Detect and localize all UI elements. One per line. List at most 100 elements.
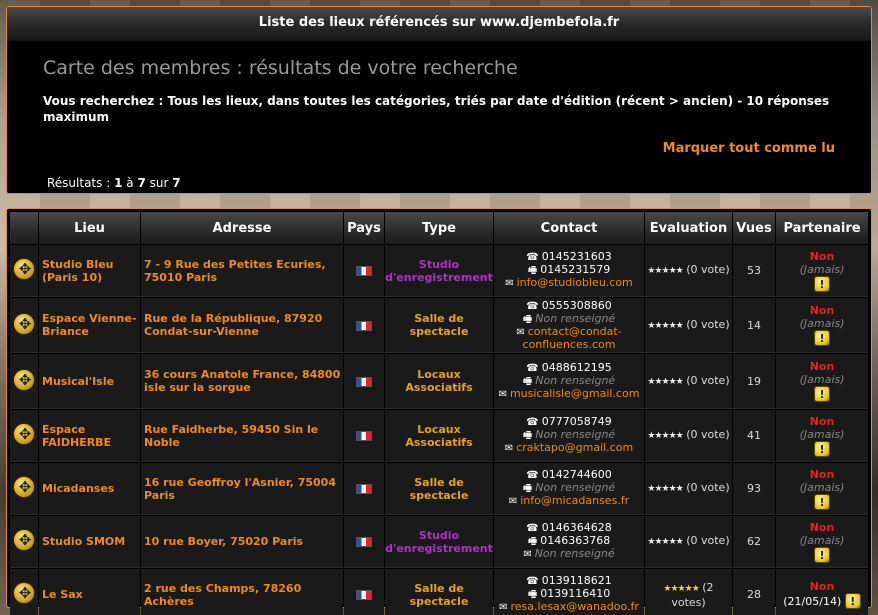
- fax-icon: 🖷: [522, 483, 533, 494]
- phone-icon: ☎: [526, 252, 539, 263]
- report-warning-icon[interactable]: !: [844, 593, 861, 609]
- fax-icon: 🖷: [527, 589, 538, 600]
- report-warning-icon[interactable]: !: [814, 275, 830, 292]
- email-icon: ✉: [508, 496, 518, 507]
- rating-stars-icon[interactable]: ★★★★★: [647, 377, 683, 387]
- phone-icon: ☎: [526, 470, 539, 481]
- rating-stars-icon[interactable]: ★★★★★: [663, 584, 699, 594]
- place-cell: [10, 516, 38, 568]
- place-type: Locaux Associatifs: [385, 410, 493, 462]
- report-warning-icon[interactable]: !: [814, 330, 830, 346]
- table-row[interactable]: Espace FAIDHERBERue Faidherbe, 59450 Sin…: [10, 410, 868, 462]
- report-warning-icon[interactable]: !: [814, 546, 830, 563]
- rating-stars-icon[interactable]: ★★★★★: [647, 484, 683, 494]
- phone-icon: ☎: [526, 300, 539, 312]
- email-link[interactable]: resa.lesax@wanadoo.fr: [510, 600, 638, 613]
- lieu-name[interactable]: Le Sax: [39, 569, 140, 615]
- lieu-name[interactable]: Espace Vienne-Briance: [39, 298, 140, 353]
- place-diamond-icon[interactable]: [13, 582, 36, 604]
- col-contact[interactable]: Contact: [494, 212, 644, 244]
- email-link[interactable]: musicalisle@gmail.com: [510, 387, 639, 400]
- col-lieu[interactable]: Lieu: [39, 212, 140, 244]
- email-link[interactable]: craktapo@gmail.com: [516, 441, 633, 454]
- fax-icon: 🖷: [522, 375, 533, 387]
- table-row[interactable]: Musical'Isle36 cours Anatole France, 848…: [10, 354, 868, 409]
- col-type[interactable]: Type: [385, 212, 493, 244]
- address: Rue Faidherbe, 59450 Sin le Noble: [141, 410, 343, 462]
- country-cell: [344, 463, 384, 515]
- email-icon: ✉: [505, 278, 514, 289]
- col-pays[interactable]: Pays: [344, 212, 384, 244]
- rating-stars-icon[interactable]: ★★★★★: [647, 321, 683, 331]
- results-of-word: sur: [149, 176, 169, 190]
- partner-status: Non: [809, 467, 835, 481]
- address: 36 cours Anatole France, 84800 isle sur …: [141, 354, 343, 409]
- col-evaluation[interactable]: Evaluation: [645, 212, 732, 244]
- email-icon: ✉: [516, 326, 525, 338]
- partner-cell: Non (Jamais)!: [776, 245, 868, 297]
- partner-status: Non: [809, 249, 835, 263]
- lieu-name[interactable]: Musical'Isle: [39, 354, 140, 409]
- partner-status: Non: [809, 414, 835, 428]
- report-warning-icon[interactable]: !: [814, 440, 830, 457]
- email-link[interactable]: info@micadanses.fr: [520, 494, 629, 507]
- email-icon: ✉: [504, 443, 514, 454]
- table-row[interactable]: Espace Vienne-BrianceRue de la Républiqu…: [10, 298, 868, 353]
- email-link[interactable]: info@studiobleu.com: [517, 276, 633, 289]
- place-cell: [10, 410, 38, 462]
- phone-number: 0555308860: [541, 298, 612, 312]
- evaluation-cell: ★★★★★ (0 vote): [645, 463, 732, 515]
- results-table-panel: Lieu Adresse Pays Type Contact Evaluatio…: [6, 208, 872, 615]
- table-row[interactable]: Studio SMOM10 rue Boyer, 75020 Paris Stud…: [10, 516, 868, 568]
- partner-cell: Non (Jamais)!: [776, 463, 868, 515]
- place-diamond-icon[interactable]: [13, 423, 36, 445]
- lieu-name[interactable]: Studio Bleu (Paris 10): [39, 245, 140, 297]
- place-diamond-icon[interactable]: [13, 258, 36, 280]
- france-flag-icon: [356, 320, 372, 331]
- vote-count: (0 vote): [686, 373, 730, 387]
- place-diamond-icon[interactable]: [13, 368, 36, 391]
- fax-number: Non renseigné: [535, 481, 616, 494]
- partner-cell: Non (21/05/14) !: [776, 569, 868, 615]
- address: 10 rue Boyer, 75020 Paris: [141, 516, 343, 568]
- table-row[interactable]: Studio Bleu (Paris 10)7 - 9 Rue des Peti…: [10, 245, 868, 297]
- lieu-name[interactable]: Micadanses: [39, 463, 140, 515]
- rating-stars-icon[interactable]: ★★★★★: [647, 431, 683, 441]
- col-vues[interactable]: Vues: [733, 212, 775, 244]
- evaluation-cell: ★★★★★ (0 vote): [645, 410, 732, 462]
- table-row[interactable]: Le Sax2 rue des Champs, 78260 Achères Sal…: [10, 569, 868, 615]
- results-to-word: à: [126, 176, 134, 190]
- partner-date: (Jamais): [799, 317, 845, 330]
- france-flag-icon: [356, 537, 372, 547]
- lieu-name[interactable]: Studio SMOM: [39, 516, 140, 568]
- fax-icon: 🖷: [522, 313, 533, 325]
- email-icon: ✉: [499, 602, 508, 613]
- report-warning-icon[interactable]: !: [814, 386, 830, 402]
- place-cell: [10, 298, 38, 353]
- rating-stars-icon[interactable]: ★★★★★: [647, 537, 683, 547]
- views-count: 53: [733, 245, 775, 297]
- france-flag-icon: [356, 266, 372, 276]
- address: 7 - 9 Rue des Petites Ecuries, 75010 Par…: [141, 245, 343, 297]
- partner-status: Non: [809, 580, 835, 593]
- rating-stars-icon[interactable]: ★★★★★: [647, 266, 683, 276]
- place-diamond-icon[interactable]: [13, 529, 36, 551]
- contact-cell: ☎ 0146364628 🖷 0146363768 ✉ Non renseigné: [494, 516, 644, 568]
- phone-number: 0145231603: [541, 250, 612, 263]
- phone-number: 0142744600: [541, 468, 612, 481]
- partner-cell: Non (Jamais)!: [776, 410, 868, 462]
- search-summary-panel: Liste des lieux référencés sur www.djemb…: [6, 6, 872, 194]
- lieu-name[interactable]: Espace FAIDHERBE: [39, 410, 140, 462]
- table-row[interactable]: Micadanses16 rue Geoffroy l'Asnier, 7500…: [10, 463, 868, 515]
- col-partenaire[interactable]: Partenaire: [776, 212, 868, 244]
- col-adresse[interactable]: Adresse: [141, 212, 343, 244]
- fax-icon: 🖷: [527, 265, 538, 276]
- report-warning-icon[interactable]: !: [814, 493, 830, 510]
- mark-all-read-link[interactable]: Marquer tout comme lu: [663, 141, 835, 156]
- results-table: Lieu Adresse Pays Type Contact Evaluatio…: [9, 211, 869, 615]
- email-link[interactable]: contact@condat-confluences.com: [523, 325, 622, 351]
- place-diamond-icon[interactable]: [13, 312, 36, 335]
- contact-cell: ☎ 0488612195 🖷 Non renseigné ✉ musicalisle@gm…: [494, 354, 644, 409]
- place-diamond-icon[interactable]: [13, 476, 36, 498]
- results-from: 1: [114, 176, 123, 190]
